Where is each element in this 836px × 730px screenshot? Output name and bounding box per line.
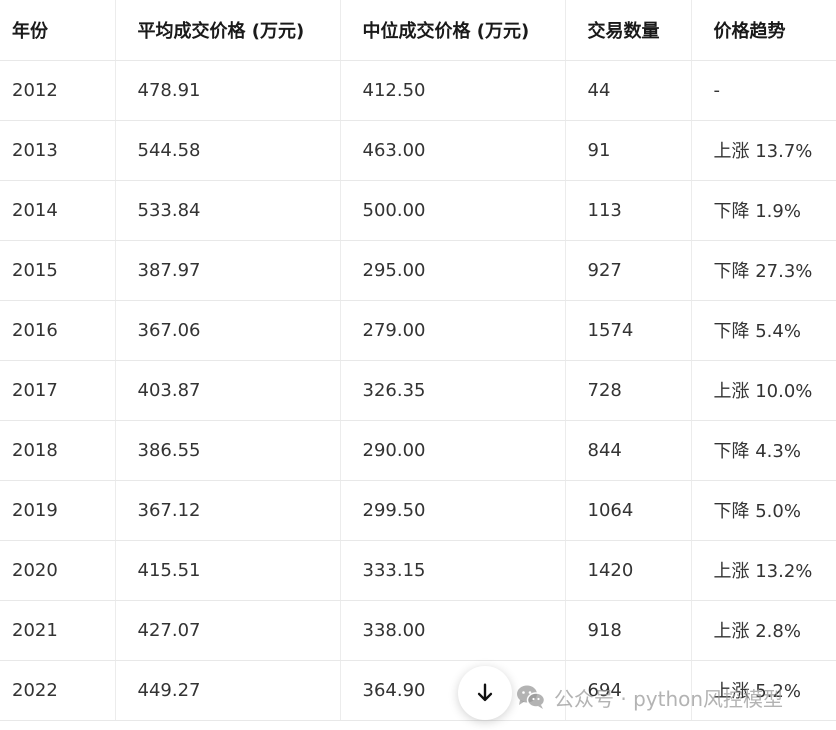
- cell-median-price: 299.50: [340, 480, 566, 541]
- table-row: 2017 403.87 326.35 728 上涨 10.0%: [0, 360, 836, 421]
- cell-transaction-count: 1420: [565, 540, 692, 601]
- data-table: 年份 平均成交价格 (万元) 中位成交价格 (万元) 交易数量 价格趋势 201…: [0, 0, 836, 721]
- header-median-price: 中位成交价格 (万元): [340, 0, 566, 61]
- table-row: 2014 533.84 500.00 113 下降 1.9%: [0, 180, 836, 241]
- cell-median-price: 295.00: [340, 240, 566, 301]
- cell-year: 2015: [0, 240, 116, 301]
- cell-price-trend: 上涨 10.0%: [691, 360, 836, 421]
- cell-avg-price: 386.55: [115, 420, 341, 481]
- cell-year: 2014: [0, 180, 116, 241]
- cell-avg-price: 544.58: [115, 120, 341, 181]
- cell-year: 2013: [0, 120, 116, 181]
- cell-transaction-count: 694: [565, 660, 692, 721]
- table-row: 2021 427.07 338.00 918 上涨 2.8%: [0, 600, 836, 661]
- cell-transaction-count: 918: [565, 600, 692, 661]
- cell-avg-price: 387.97: [115, 240, 341, 301]
- cell-price-trend: -: [691, 60, 836, 121]
- cell-avg-price: 478.91: [115, 60, 341, 121]
- table-row: 2022 449.27 364.90 694 上涨 5.2%: [0, 660, 836, 721]
- cell-year: 2016: [0, 300, 116, 361]
- table-row: 2015 387.97 295.00 927 下降 27.3%: [0, 240, 836, 301]
- cell-price-trend: 下降 4.3%: [691, 420, 836, 481]
- cell-median-price: 279.00: [340, 300, 566, 361]
- cell-median-price: 463.00: [340, 120, 566, 181]
- header-year: 年份: [0, 0, 116, 61]
- cell-year: 2021: [0, 600, 116, 661]
- cell-median-price: 412.50: [340, 60, 566, 121]
- cell-avg-price: 533.84: [115, 180, 341, 241]
- cell-transaction-count: 44: [565, 60, 692, 121]
- cell-median-price: 500.00: [340, 180, 566, 241]
- cell-transaction-count: 1064: [565, 480, 692, 541]
- cell-price-trend: 上涨 13.7%: [691, 120, 836, 181]
- cell-price-trend: 下降 1.9%: [691, 180, 836, 241]
- scroll-down-button[interactable]: [458, 666, 512, 720]
- cell-price-trend: 下降 27.3%: [691, 240, 836, 301]
- cell-median-price: 338.00: [340, 600, 566, 661]
- header-price-trend: 价格趋势: [691, 0, 836, 61]
- table-row: 2016 367.06 279.00 1574 下降 5.4%: [0, 300, 836, 361]
- cell-avg-price: 367.12: [115, 480, 341, 541]
- cell-transaction-count: 113: [565, 180, 692, 241]
- cell-transaction-count: 91: [565, 120, 692, 181]
- cell-year: 2019: [0, 480, 116, 541]
- table-row: 2012 478.91 412.50 44 -: [0, 60, 836, 121]
- cell-price-trend: 上涨 5.2%: [691, 660, 836, 721]
- cell-year: 2022: [0, 660, 116, 721]
- cell-avg-price: 367.06: [115, 300, 341, 361]
- cell-median-price: 333.15: [340, 540, 566, 601]
- cell-avg-price: 403.87: [115, 360, 341, 421]
- cell-transaction-count: 844: [565, 420, 692, 481]
- cell-median-price: 290.00: [340, 420, 566, 481]
- cell-price-trend: 下降 5.4%: [691, 300, 836, 361]
- cell-year: 2017: [0, 360, 116, 421]
- cell-year: 2018: [0, 420, 116, 481]
- table-header-row: 年份 平均成交价格 (万元) 中位成交价格 (万元) 交易数量 价格趋势: [0, 0, 836, 61]
- cell-avg-price: 415.51: [115, 540, 341, 601]
- page: 年份 平均成交价格 (万元) 中位成交价格 (万元) 交易数量 价格趋势 201…: [0, 0, 836, 730]
- table-row: 2020 415.51 333.15 1420 上涨 13.2%: [0, 540, 836, 601]
- header-avg-price: 平均成交价格 (万元): [115, 0, 341, 61]
- cell-transaction-count: 728: [565, 360, 692, 421]
- cell-avg-price: 449.27: [115, 660, 341, 721]
- cell-year: 2020: [0, 540, 116, 601]
- cell-avg-price: 427.07: [115, 600, 341, 661]
- cell-price-trend: 下降 5.0%: [691, 480, 836, 541]
- table-row: 2018 386.55 290.00 844 下降 4.3%: [0, 420, 836, 481]
- table-row: 2013 544.58 463.00 91 上涨 13.7%: [0, 120, 836, 181]
- cell-median-price: 364.90: [340, 660, 566, 721]
- cell-transaction-count: 1574: [565, 300, 692, 361]
- header-transaction-count: 交易数量: [565, 0, 692, 61]
- table-row: 2019 367.12 299.50 1064 下降 5.0%: [0, 480, 836, 541]
- cell-median-price: 326.35: [340, 360, 566, 421]
- cell-transaction-count: 927: [565, 240, 692, 301]
- cell-year: 2012: [0, 60, 116, 121]
- cell-price-trend: 上涨 2.8%: [691, 600, 836, 661]
- cell-price-trend: 上涨 13.2%: [691, 540, 836, 601]
- arrow-down-icon: [477, 683, 493, 702]
